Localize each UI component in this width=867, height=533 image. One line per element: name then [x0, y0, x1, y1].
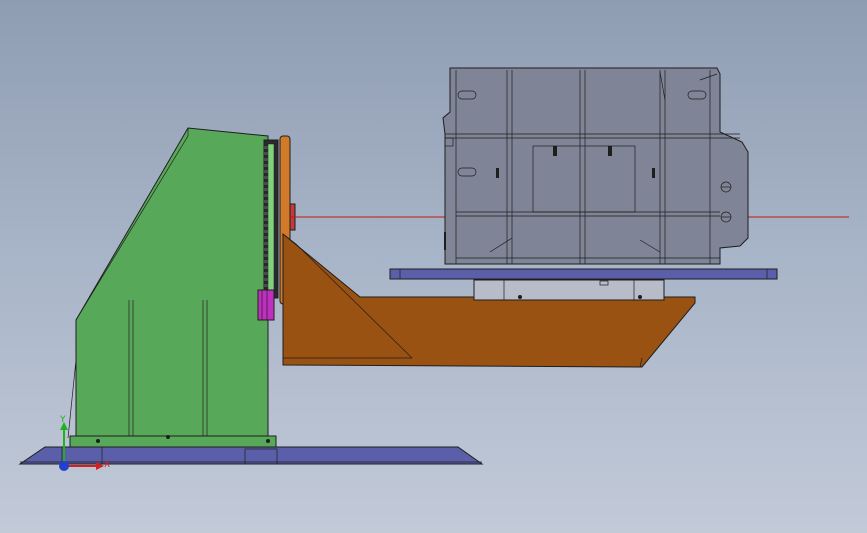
gear-tooth	[264, 260, 268, 263]
gear-tooth	[264, 242, 268, 245]
turntable[interactable]	[473, 279, 665, 301]
gear-tooth	[264, 284, 268, 287]
gear-tooth	[264, 176, 268, 179]
gear-tooth	[264, 248, 268, 251]
gear-tooth	[264, 194, 268, 197]
headstock-column[interactable]	[67, 127, 277, 448]
gear-tooth	[264, 212, 268, 215]
gear-tooth	[264, 254, 268, 257]
gear-tooth	[264, 170, 268, 173]
z-axis-dot	[59, 461, 69, 471]
gear-tooth	[264, 152, 268, 155]
gear-tooth	[264, 272, 268, 275]
x-axis-label: X	[104, 460, 110, 470]
gear-tooth	[264, 218, 268, 221]
cad-viewport[interactable]: X Y	[0, 0, 867, 533]
fixture-workpiece[interactable]	[442, 67, 749, 265]
base-plate[interactable]	[18, 446, 484, 465]
model-drawing: X Y	[18, 67, 849, 471]
gear-tooth	[264, 236, 268, 239]
gear-tooth	[264, 206, 268, 209]
gear-tooth	[264, 188, 268, 191]
y-axis-label: Y	[59, 415, 66, 425]
work-table-plate[interactable]	[389, 268, 778, 280]
gear-tooth	[264, 200, 268, 203]
gear-tooth	[264, 278, 268, 281]
gear-tooth	[264, 182, 268, 185]
gear-tooth	[264, 266, 268, 269]
gear-tooth	[264, 146, 268, 149]
gear-tooth	[264, 230, 268, 233]
gear-tooth	[264, 224, 268, 227]
gear-tooth	[264, 158, 268, 161]
gear-tooth	[264, 164, 268, 167]
